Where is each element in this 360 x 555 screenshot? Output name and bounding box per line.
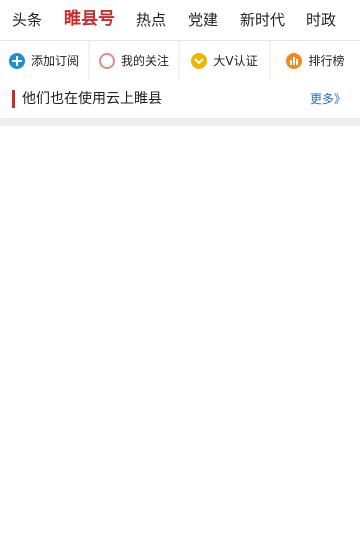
my-follows-button[interactable]: 我的关注 bbox=[90, 41, 178, 80]
more-link[interactable]: 更多》 bbox=[310, 90, 346, 108]
leaderboard-label: 排行榜 bbox=[308, 54, 345, 68]
tab-politics[interactable]: 时政 bbox=[306, 9, 336, 31]
tab-headlines[interactable]: 头条 bbox=[12, 9, 42, 31]
big-v-verification-label: 大V认证 bbox=[213, 54, 258, 68]
section-title: 他们也在使用云上睢县 bbox=[22, 91, 162, 107]
leaderboard-button[interactable]: 排行榜 bbox=[271, 41, 360, 80]
add-subscription-label: 添加订阅 bbox=[30, 54, 79, 68]
section-divider bbox=[0, 118, 360, 126]
section-header: 他们也在使用云上睢县 更多》 bbox=[0, 80, 360, 118]
tab-new-era[interactable]: 新时代 bbox=[240, 9, 285, 31]
my-follows-label: 我的关注 bbox=[120, 54, 169, 68]
channel-tabs: 头条 睢县号 热点 党建 新时代 时政 bbox=[0, 0, 360, 40]
tab-hot[interactable]: 热点 bbox=[136, 9, 166, 31]
section-accent-bar bbox=[12, 90, 15, 108]
plus-circle-icon bbox=[8, 52, 25, 69]
tab-party-building[interactable]: 党建 bbox=[188, 9, 218, 31]
bar-chart-icon bbox=[286, 52, 303, 69]
page: 头条 睢县号 热点 党建 新时代 时政 添加订阅 我的关注 大V认证 排行榜 他… bbox=[0, 0, 360, 555]
big-v-verification-button[interactable]: 大V认证 bbox=[180, 41, 269, 80]
circle-outline-icon bbox=[98, 52, 115, 69]
tab-suixian-account[interactable]: 睢县号 bbox=[64, 8, 115, 30]
shortcut-bar: 添加订阅 我的关注 大V认证 排行榜 bbox=[0, 41, 360, 80]
check-badge-icon bbox=[191, 52, 208, 69]
add-subscription-button[interactable]: 添加订阅 bbox=[0, 41, 88, 80]
